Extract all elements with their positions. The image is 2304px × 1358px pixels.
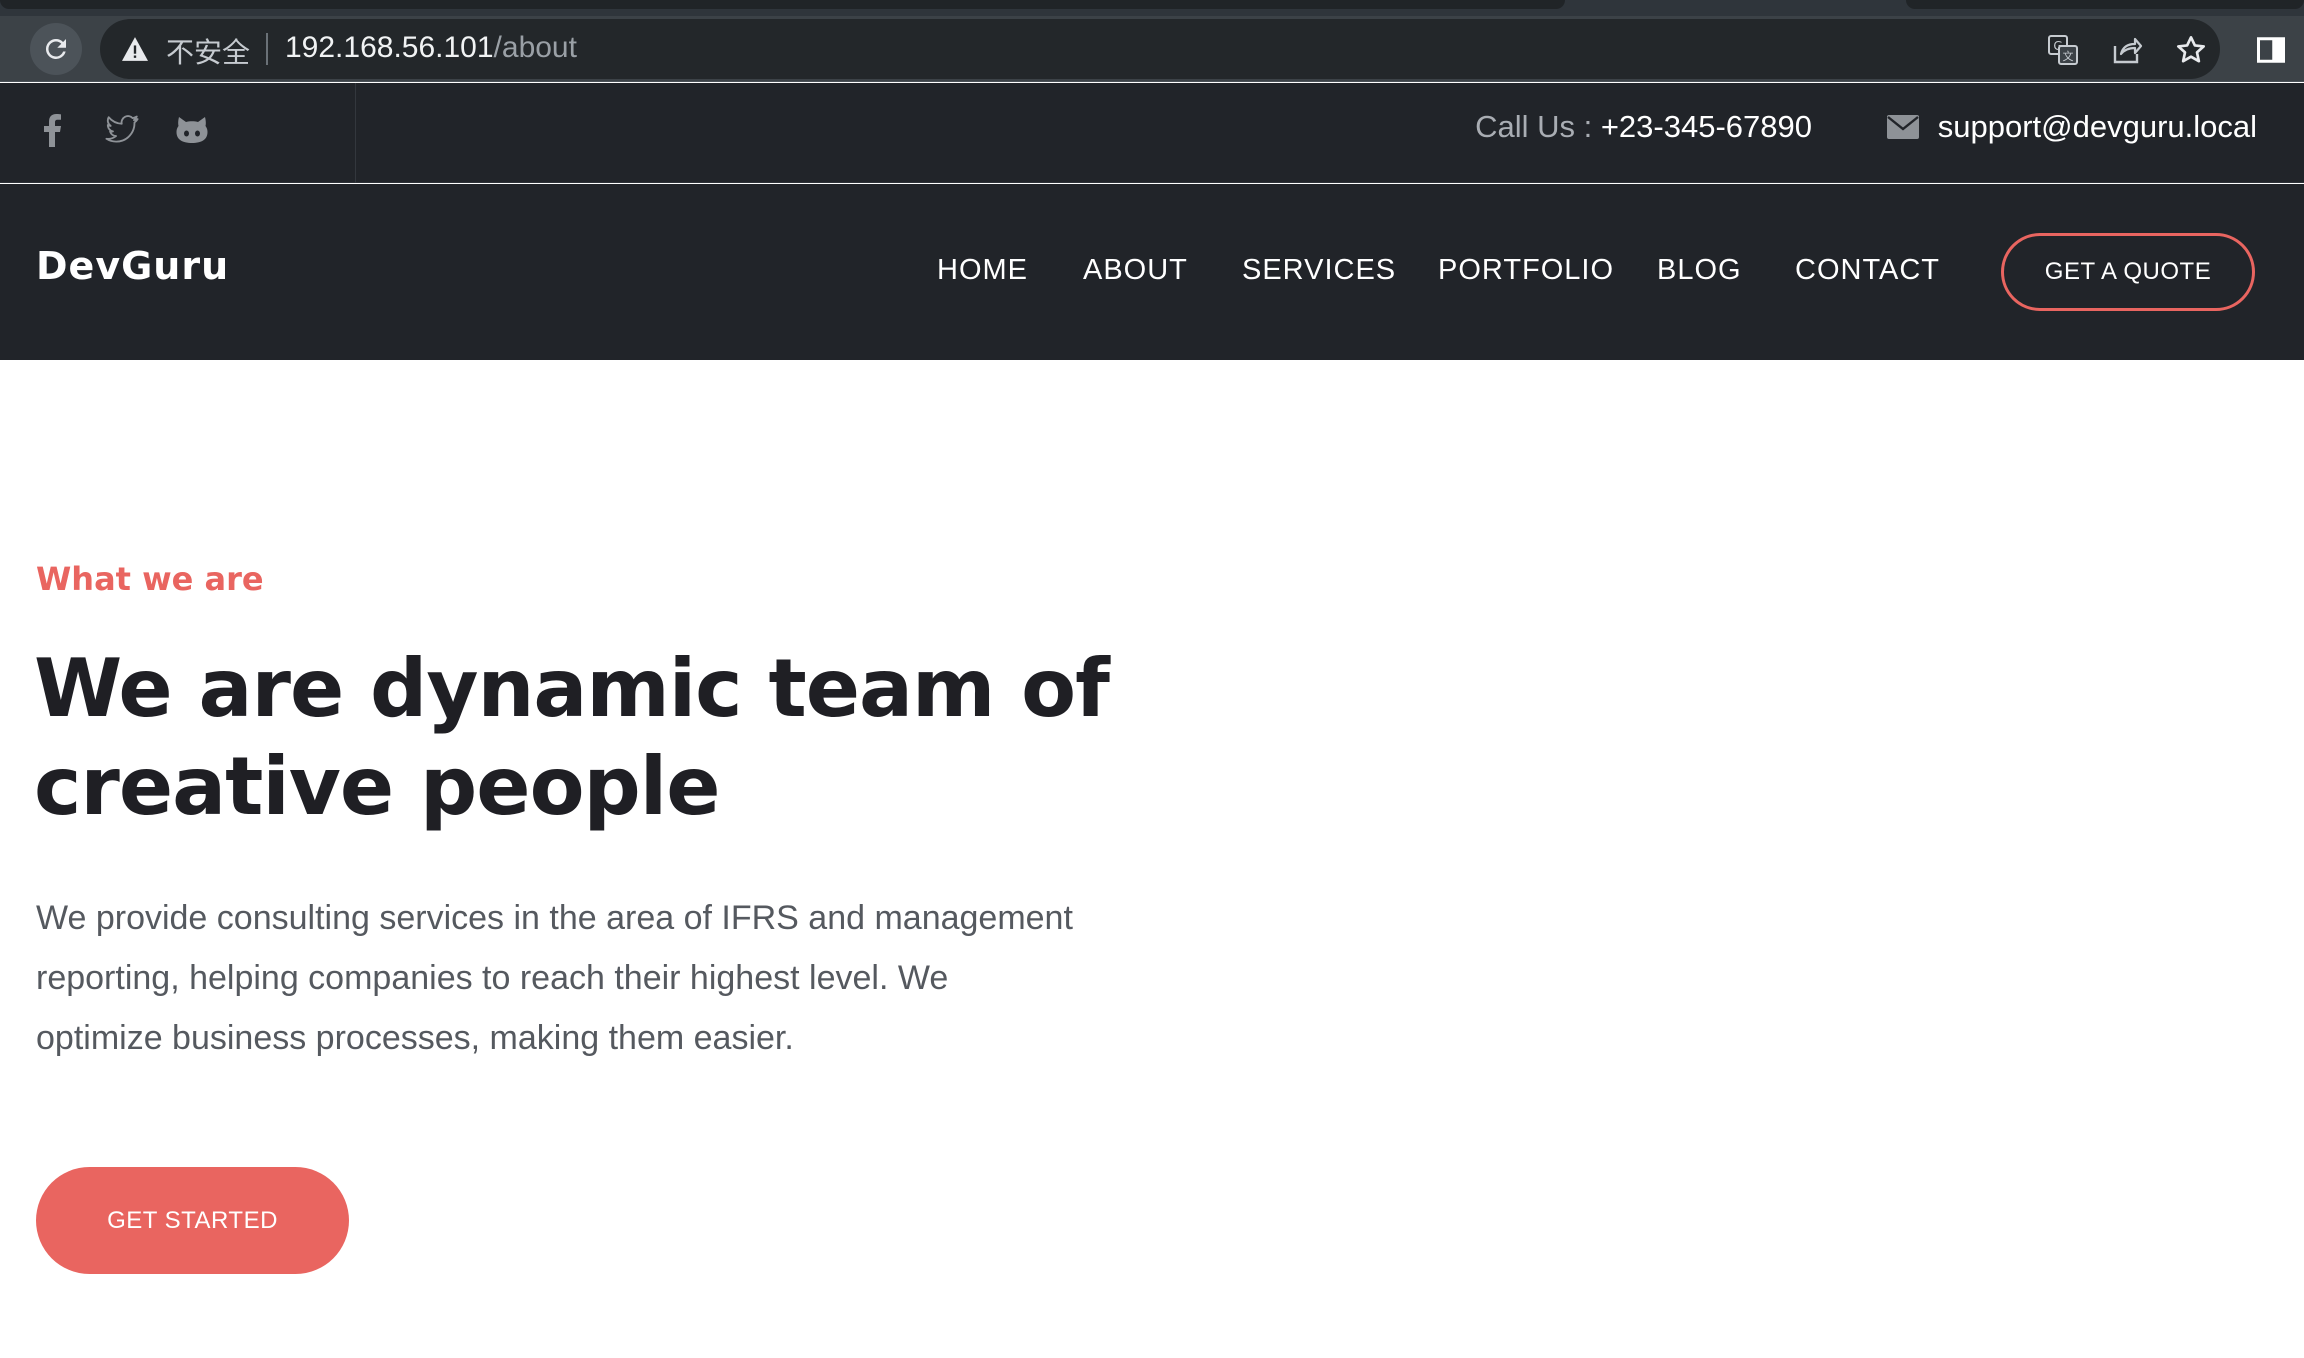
phone-number[interactable]: +23-345-67890 xyxy=(1601,109,1812,144)
svg-text:文: 文 xyxy=(2063,49,2074,63)
reload-button[interactable] xyxy=(30,23,82,75)
twitter-link[interactable] xyxy=(102,110,142,150)
get-started-button[interactable]: GET STARTED xyxy=(36,1167,349,1274)
browser-tab-strip xyxy=(0,0,2304,16)
share-button[interactable] xyxy=(2107,30,2147,70)
support-email[interactable]: support@devguru.local xyxy=(1886,109,2257,145)
browser-tab[interactable] xyxy=(0,0,1565,9)
hero-description: We provide consulting services in the ar… xyxy=(36,899,1073,1057)
url-text[interactable]: 192.168.56.101/about xyxy=(285,31,577,65)
nav-home[interactable]: HOME xyxy=(937,254,1028,287)
email-text: support@devguru.local xyxy=(1937,109,2257,144)
hero-kicker: What we are xyxy=(36,560,264,598)
nav-portfolio[interactable]: PORTFOLIO xyxy=(1438,254,1614,287)
brand-logo[interactable]: DevGuru xyxy=(36,244,229,288)
insecure-label[interactable]: 不安全 xyxy=(166,31,250,71)
hero-title: We are dynamic team of creative people xyxy=(34,642,1110,833)
top-info-bar: Call Us : +23-345-67890 support@devguru.… xyxy=(0,83,2304,183)
warning-icon xyxy=(122,37,148,61)
side-panel-icon xyxy=(2257,37,2285,63)
github-link[interactable] xyxy=(172,110,212,150)
omnibox-divider xyxy=(266,33,268,65)
translate-icon: G 文 xyxy=(2048,35,2078,65)
social-links xyxy=(0,83,356,183)
bookmark-button[interactable] xyxy=(2171,30,2211,70)
nav-contact[interactable]: CONTACT xyxy=(1795,254,1940,287)
bookmark-star-icon xyxy=(2177,36,2205,63)
nav-services[interactable]: SERVICES xyxy=(1242,254,1396,287)
call-label: Call Us : xyxy=(1475,109,1601,144)
envelope-icon xyxy=(1886,115,1919,139)
facebook-icon xyxy=(44,114,61,147)
url-path: /about xyxy=(493,31,577,64)
address-bar[interactable]: 不安全 192.168.56.101/about xyxy=(100,19,2220,79)
side-panel-button[interactable] xyxy=(2251,30,2291,70)
twitter-icon xyxy=(105,115,139,143)
url-host: 192.168.56.101 xyxy=(285,31,494,64)
facebook-link[interactable] xyxy=(32,110,72,150)
nav-about[interactable]: ABOUT xyxy=(1083,254,1188,287)
translate-button[interactable]: G 文 xyxy=(2043,30,2083,70)
share-icon xyxy=(2113,37,2143,64)
main-nav: DevGuru HOME ABOUT SERVICES PORTFOLIO BL… xyxy=(0,184,2304,360)
nav-blog[interactable]: BLOG xyxy=(1657,254,1742,287)
call-us: Call Us : +23-345-67890 xyxy=(1475,109,1812,145)
browser-toolbar: 不安全 192.168.56.101/about G 文 xyxy=(0,16,2304,82)
browser-tab[interactable] xyxy=(1906,0,2304,9)
get-a-quote-button[interactable]: GET A QUOTE xyxy=(2001,233,2255,311)
reload-icon xyxy=(45,38,66,59)
github-icon xyxy=(176,117,208,143)
